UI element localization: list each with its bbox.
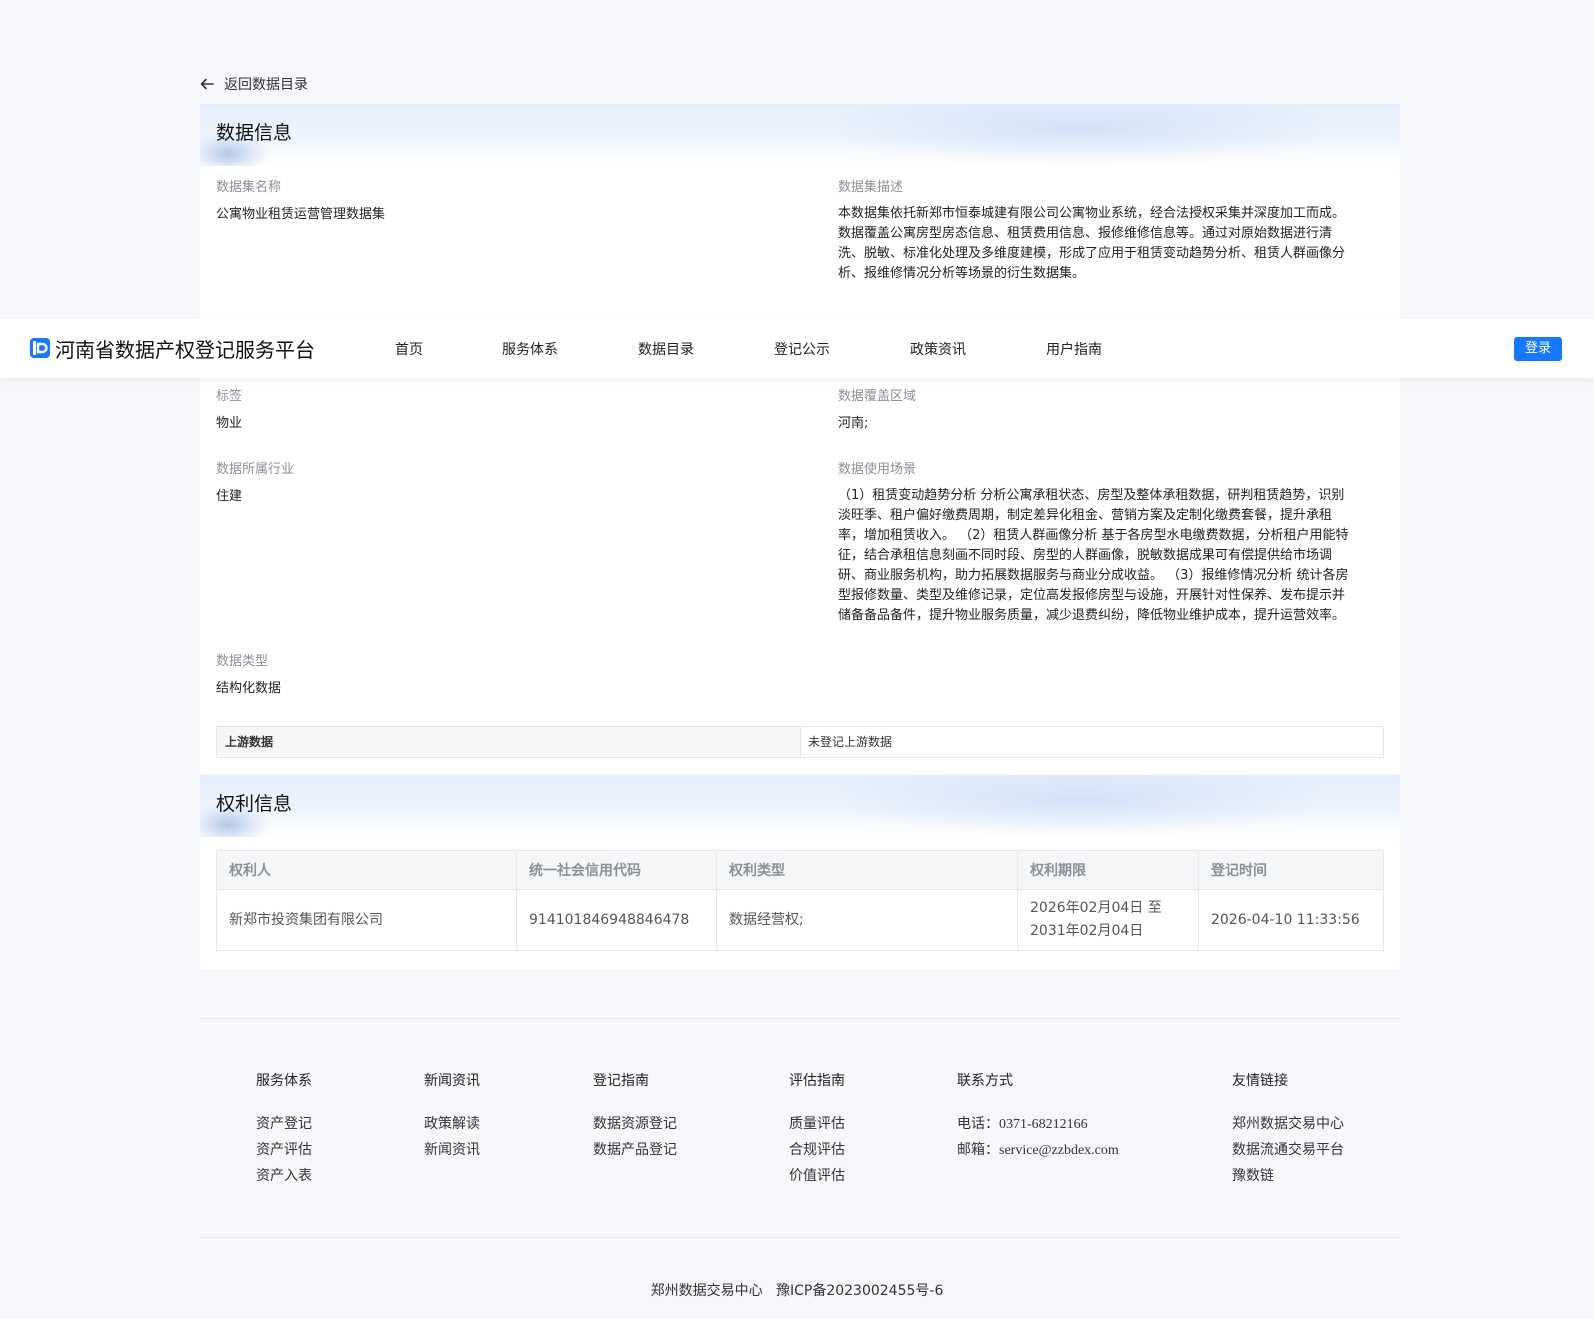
- tag-value: 物业: [216, 416, 243, 431]
- col-header-period: 权利期限: [1017, 850, 1199, 890]
- footer-link[interactable]: 资产评估: [256, 1137, 312, 1163]
- platform-logo-icon: [30, 338, 50, 358]
- col-header-credit-code: 统一社会信用代码: [516, 850, 717, 890]
- footer-col-friendly-links: 友情链接 郑州数据交易中心 数据流通交易平台 豫数链: [1232, 1071, 1344, 1189]
- footer-col-evaluation-guide: 评估指南 质量评估 合规评估 价值评估: [789, 1071, 845, 1189]
- upstream-value: 未登记上游数据: [808, 735, 893, 749]
- rights-table: 权利人 统一社会信用代码 权利类型 权利期限 登记时间 新郑市投资集团有限公司 …: [216, 850, 1384, 951]
- footer-col-contact: 联系方式 电话：0371-68212166 邮箱：service@zzbdex.…: [957, 1071, 1119, 1163]
- contact-phone: 电话：0371-68212166: [957, 1116, 1088, 1132]
- back-to-catalog-link[interactable]: 返回数据目录: [200, 72, 1400, 96]
- nav-item-home[interactable]: 首页: [395, 339, 423, 359]
- footer-link[interactable]: 质量评估: [789, 1111, 845, 1137]
- footer-col-service: 服务体系 资产登记 资产评估 资产入表: [256, 1071, 312, 1189]
- table-header-row: 权利人 统一社会信用代码 权利类型 权利期限 登记时间: [216, 850, 1384, 890]
- footer-col-news: 新闻资讯 政策解读 新闻资讯: [424, 1071, 480, 1163]
- nav-item-user-guide[interactable]: 用户指南: [1046, 339, 1102, 359]
- footer-link[interactable]: 政策解读: [424, 1111, 480, 1137]
- dataset-name-field: 数据集名称 公寓物业租赁运营管理数据集: [216, 178, 385, 225]
- region-value: 河南;: [838, 416, 869, 431]
- rights-info-header: 权利信息: [200, 775, 1400, 837]
- nav-item-service-system[interactable]: 服务体系: [502, 339, 558, 359]
- footer-link[interactable]: 数据资源登记: [593, 1111, 677, 1137]
- data-info-card: 数据信息 数据集名称 公寓物业租赁运营管理数据集 数据集描述 本数据集依托新郑市…: [200, 104, 1400, 774]
- footer-link[interactable]: 价值评估: [789, 1163, 845, 1189]
- footer-link[interactable]: 豫数链: [1232, 1163, 1344, 1189]
- footer-col-registration-guide: 登记指南 数据资源登记 数据产品登记: [593, 1071, 677, 1163]
- back-link-label: 返回数据目录: [224, 77, 308, 93]
- col-header-right-type: 权利类型: [716, 850, 1018, 890]
- footer-link[interactable]: 数据流通交易平台: [1232, 1137, 1344, 1163]
- login-button[interactable]: 登录: [1514, 337, 1562, 361]
- arrow-left-icon: [200, 78, 214, 90]
- tag-field: 标签 物业: [216, 387, 242, 434]
- footer-link[interactable]: 合规评估: [789, 1137, 845, 1163]
- footer-link[interactable]: 资产登记: [256, 1111, 312, 1137]
- data-type-field: 数据类型 结构化数据: [216, 652, 281, 699]
- industry-value: 住建: [216, 489, 243, 504]
- upstream-label: 上游数据: [217, 727, 801, 757]
- rights-info-title: 权利信息: [216, 793, 293, 815]
- footer-link[interactable]: 数据产品登记: [593, 1137, 677, 1163]
- cell-reg-time: 2026-04-10 11:33:56: [1198, 889, 1384, 951]
- footer-divider-top: [200, 1018, 1400, 1019]
- table-row: 新郑市投资集团有限公司 914101846948846478 数据经营权; 20…: [216, 889, 1384, 951]
- nav-item-registration-notice[interactable]: 登记公示: [774, 339, 830, 359]
- top-navbar: 河南省数据产权登记服务平台 首页 服务体系 数据目录 登记公示 政策资讯 用户指…: [0, 319, 1594, 378]
- footer-link[interactable]: 郑州数据交易中心: [1232, 1111, 1344, 1137]
- cell-right-type: 数据经营权;: [716, 889, 1018, 951]
- dataset-name-value: 公寓物业租赁运营管理数据集: [216, 207, 386, 222]
- footer-link[interactable]: 资产入表: [256, 1163, 312, 1189]
- region-field: 数据覆盖区域 河南;: [838, 387, 916, 434]
- usage-scene-value: （1）租赁变动趋势分析 分析公寓承租状态、房型及整体承租数据，研判租赁趋势，识别…: [838, 488, 1349, 623]
- dataset-desc-value: 本数据集依托新郑市恒泰城建有限公司公寓物业系统，经合法授权采集并深度加工而成。 …: [838, 206, 1346, 281]
- cell-holder: 新郑市投资集团有限公司: [216, 889, 517, 951]
- data-info-header: 数据信息: [200, 104, 1400, 166]
- col-header-holder: 权利人: [216, 850, 517, 890]
- col-header-reg-time: 登记时间: [1198, 850, 1384, 890]
- platform-title: 河南省数据产权登记服务平台: [55, 338, 315, 362]
- copyright-text: 郑州数据交易中心 豫ICP备2023002455号-6: [650, 1283, 944, 1299]
- cell-period: 2026年02月04日 至 2031年02月04日: [1017, 889, 1199, 951]
- footer-link[interactable]: 新闻资讯: [424, 1137, 480, 1163]
- data-info-title: 数据信息: [216, 122, 293, 144]
- usage-scene-field: 数据使用场景 （1）租赁变动趋势分析 分析公寓承租状态、房型及整体承租数据，研判…: [838, 460, 1398, 626]
- contact-email: 邮箱：service@zzbdex.com: [957, 1142, 1119, 1158]
- data-type-value: 结构化数据: [216, 681, 282, 696]
- cell-credit-code: 914101846948846478: [516, 889, 717, 951]
- nav-item-policy-news[interactable]: 政策资讯: [910, 339, 966, 359]
- dataset-desc-field: 数据集描述 本数据集依托新郑市恒泰城建有限公司公寓物业系统，经合法授权采集并深度…: [838, 178, 1398, 284]
- footer-divider-bottom: [200, 1237, 1400, 1238]
- rights-info-card: 权利信息 权利人 统一社会信用代码 权利类型 权利期限 登记时间 新郑市投资集团…: [200, 775, 1400, 969]
- industry-field: 数据所属行业 住建: [216, 460, 294, 507]
- upstream-data-row: 上游数据 未登记上游数据: [216, 726, 1384, 758]
- nav-item-data-catalog[interactable]: 数据目录: [638, 339, 694, 359]
